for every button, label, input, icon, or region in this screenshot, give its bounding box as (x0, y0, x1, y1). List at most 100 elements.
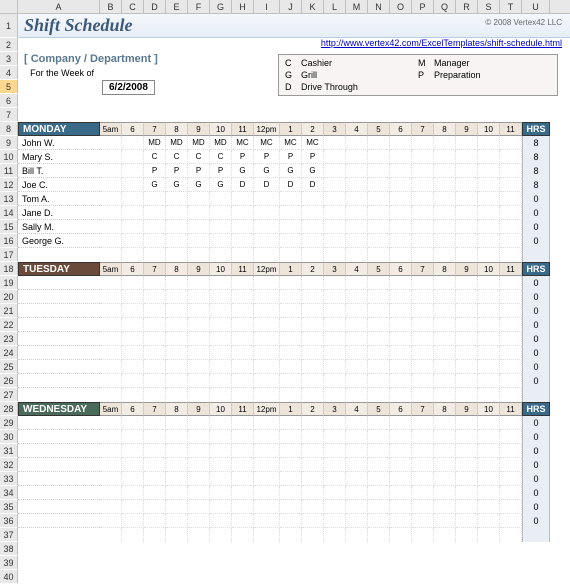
shift-cell[interactable] (368, 304, 390, 318)
shift-cell[interactable] (144, 234, 166, 248)
shift-cell[interactable] (434, 472, 456, 486)
shift-cell[interactable] (232, 192, 254, 206)
shift-cell[interactable] (302, 206, 324, 220)
shift-cell[interactable] (280, 276, 302, 290)
shift-cell[interactable] (368, 514, 390, 528)
shift-cell[interactable] (302, 472, 324, 486)
shift-cell[interactable] (456, 458, 478, 472)
shift-cell[interactable] (144, 416, 166, 430)
employee-name[interactable] (18, 472, 100, 486)
shift-cell[interactable] (478, 332, 500, 346)
shift-cell[interactable] (478, 486, 500, 500)
shift-cell[interactable] (254, 192, 280, 206)
shift-cell[interactable] (346, 346, 368, 360)
shift-cell[interactable]: D (280, 178, 302, 192)
row-header-3[interactable]: 3 (0, 52, 18, 66)
shift-cell[interactable] (302, 234, 324, 248)
shift-cell[interactable] (100, 220, 122, 234)
shift-cell[interactable] (478, 304, 500, 318)
shift-cell[interactable] (324, 332, 346, 346)
shift-cell[interactable] (100, 290, 122, 304)
shift-cell[interactable] (302, 304, 324, 318)
shift-cell[interactable] (144, 332, 166, 346)
shift-cell[interactable] (456, 164, 478, 178)
shift-cell[interactable] (324, 458, 346, 472)
shift-cell[interactable] (346, 206, 368, 220)
shift-cell[interactable] (122, 360, 144, 374)
row-header-31[interactable]: 31 (0, 444, 18, 458)
shift-cell[interactable] (254, 486, 280, 500)
shift-cell[interactable] (254, 304, 280, 318)
row-header-11[interactable]: 11 (0, 164, 18, 178)
column-header-G[interactable]: G (210, 0, 232, 13)
shift-cell[interactable] (166, 458, 188, 472)
shift-cell[interactable] (210, 486, 232, 500)
shift-cell[interactable]: G (232, 164, 254, 178)
shift-cell[interactable] (412, 472, 434, 486)
row-header-10[interactable]: 10 (0, 150, 18, 164)
shift-cell[interactable] (456, 500, 478, 514)
shift-cell[interactable] (122, 332, 144, 346)
row-header-7[interactable]: 7 (0, 108, 18, 122)
shift-cell[interactable] (478, 500, 500, 514)
shift-cell[interactable]: G (302, 164, 324, 178)
row-header-19[interactable]: 19 (0, 276, 18, 290)
shift-cell[interactable] (456, 136, 478, 150)
shift-cell[interactable] (324, 178, 346, 192)
shift-cell[interactable] (412, 458, 434, 472)
shift-cell[interactable] (280, 472, 302, 486)
shift-cell[interactable] (368, 164, 390, 178)
shift-cell[interactable] (324, 374, 346, 388)
shift-cell[interactable] (324, 234, 346, 248)
column-header-Q[interactable]: Q (434, 0, 456, 13)
shift-cell[interactable] (254, 374, 280, 388)
shift-cell[interactable]: D (254, 178, 280, 192)
shift-cell[interactable] (346, 458, 368, 472)
shift-cell[interactable] (188, 486, 210, 500)
shift-cell[interactable] (456, 276, 478, 290)
shift-cell[interactable] (232, 346, 254, 360)
shift-cell[interactable] (346, 304, 368, 318)
row-header-35[interactable]: 35 (0, 500, 18, 514)
row-header-12[interactable]: 12 (0, 178, 18, 192)
row-header-5[interactable]: 5 (0, 80, 18, 94)
shift-cell[interactable] (368, 150, 390, 164)
row-header-8[interactable]: 8 (0, 122, 18, 136)
shift-cell[interactable] (456, 304, 478, 318)
shift-cell[interactable] (434, 346, 456, 360)
shift-cell[interactable] (144, 360, 166, 374)
shift-cell[interactable] (232, 276, 254, 290)
shift-cell[interactable] (456, 444, 478, 458)
shift-cell[interactable] (166, 346, 188, 360)
shift-cell[interactable]: G (144, 178, 166, 192)
shift-cell[interactable] (346, 192, 368, 206)
shift-cell[interactable] (500, 332, 522, 346)
employee-name[interactable] (18, 346, 100, 360)
shift-cell[interactable] (412, 150, 434, 164)
shift-cell[interactable] (280, 416, 302, 430)
shift-cell[interactable] (166, 332, 188, 346)
shift-cell[interactable] (100, 416, 122, 430)
shift-cell[interactable] (346, 220, 368, 234)
shift-cell[interactable] (232, 458, 254, 472)
shift-cell[interactable] (368, 500, 390, 514)
shift-cell[interactable] (478, 164, 500, 178)
shift-cell[interactable] (390, 458, 412, 472)
column-header-K[interactable]: K (302, 0, 324, 13)
shift-cell[interactable] (346, 430, 368, 444)
shift-cell[interactable] (188, 290, 210, 304)
shift-cell[interactable] (500, 206, 522, 220)
shift-cell[interactable] (324, 220, 346, 234)
shift-cell[interactable] (434, 290, 456, 304)
shift-cell[interactable]: MC (232, 136, 254, 150)
employee-name[interactable]: John W. (18, 136, 100, 150)
shift-cell[interactable] (478, 192, 500, 206)
shift-cell[interactable]: D (302, 178, 324, 192)
employee-name[interactable]: Sally M. (18, 220, 100, 234)
shift-cell[interactable] (302, 416, 324, 430)
shift-cell[interactable] (122, 346, 144, 360)
shift-cell[interactable]: P (302, 150, 324, 164)
column-header-U[interactable]: U (522, 0, 550, 13)
shift-cell[interactable] (144, 430, 166, 444)
column-header-P[interactable]: P (412, 0, 434, 13)
